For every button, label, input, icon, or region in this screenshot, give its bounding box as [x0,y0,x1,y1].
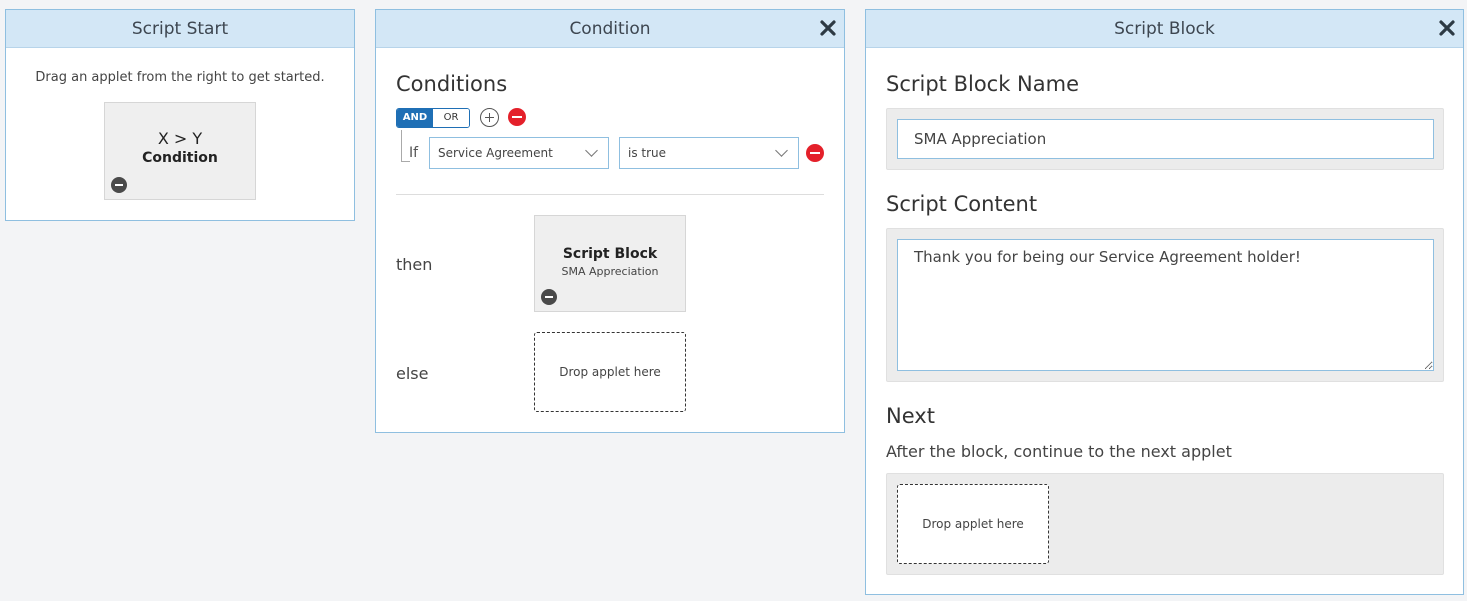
start-hint: Drag an applet from the right to get sta… [35,70,325,85]
panel-title: Script Block [1114,19,1215,39]
chevron-down-icon [775,144,788,157]
then-applet-tile[interactable]: Script Block SMA Appreciation [534,215,686,312]
conditions-heading: Conditions [396,72,508,96]
content-field-container: Thank you for being our Service Agreemen… [886,228,1444,382]
script-block-name-input[interactable] [897,119,1434,159]
condition-header: Condition [376,10,844,48]
or-option[interactable]: OR [433,109,469,127]
field-select[interactable]: Service Agreement [429,137,609,169]
close-icon[interactable] [1437,18,1457,38]
condition-label: Condition [142,150,218,166]
remove-applet-icon[interactable] [111,177,127,193]
script-block-name-heading: Script Block Name [886,72,1080,96]
remove-group-icon[interactable] [508,108,526,126]
operator-select[interactable]: is true [619,137,799,169]
remove-applet-icon[interactable] [541,289,557,305]
then-applet-subtitle: SMA Appreciation [561,265,659,278]
else-drop-zone[interactable]: Drop applet here [534,332,686,412]
drop-zone-text: Drop applet here [559,365,661,379]
field-select-value: Service Agreement [438,146,553,160]
next-drop-zone[interactable]: Drop applet here [897,484,1049,564]
next-description: After the block, continue to the next ap… [886,442,1232,461]
condition-applet-tile[interactable]: X > Y Condition [104,102,256,200]
and-or-toggle[interactable]: AND OR [396,108,470,128]
divider [396,194,824,195]
drop-zone-text: Drop applet here [922,517,1024,531]
remove-condition-icon[interactable] [806,144,824,162]
script-content-heading: Script Content [886,192,1038,216]
add-condition-icon[interactable] [480,108,499,127]
script-block-panel: Script Block Script Block Name Script Co… [865,9,1464,595]
next-heading: Next [886,404,935,428]
condition-symbol: X > Y [157,129,203,148]
then-label: then [396,255,433,274]
else-label: else [396,364,429,383]
script-block-header: Script Block [866,10,1463,48]
and-option[interactable]: AND [397,109,433,127]
operator-select-value: is true [628,146,667,160]
close-icon[interactable] [818,18,838,38]
script-start-header: Script Start [6,10,354,48]
condition-panel: Condition Conditions AND OR If Service A… [375,9,845,433]
chevron-down-icon [585,144,598,157]
panel-title: Script Start [131,19,229,39]
panel-title: Condition [569,19,651,39]
next-applet-container: Drop applet here [886,473,1444,575]
then-applet-title: Script Block [562,246,658,262]
script-content-textarea[interactable]: Thank you for being our Service Agreemen… [897,239,1434,371]
name-field-container [886,108,1444,170]
if-label: If [409,145,419,161]
script-start-panel: Script Start Drag an applet from the rig… [5,9,355,221]
